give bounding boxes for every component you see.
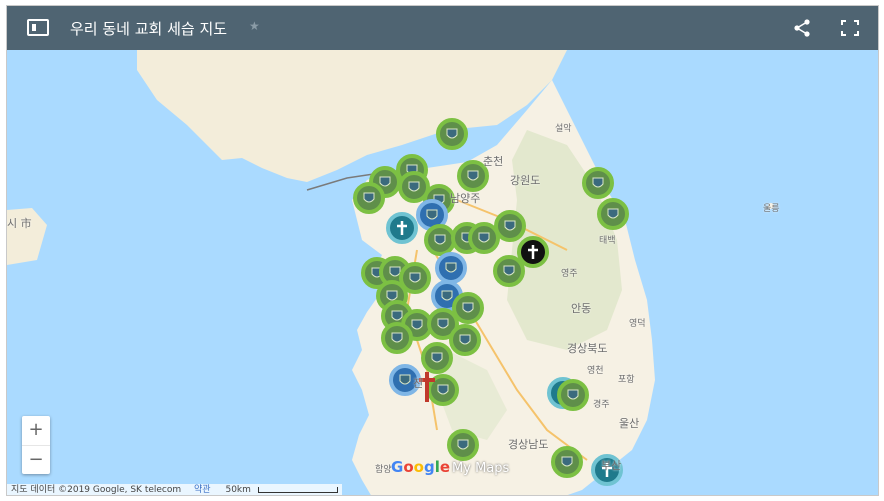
shield-icon bbox=[399, 374, 411, 385]
shield-icon bbox=[431, 352, 443, 363]
shield-icon bbox=[504, 220, 516, 231]
shield-icon bbox=[462, 302, 474, 313]
place-label: 춘천 bbox=[483, 155, 504, 168]
shield-icon bbox=[386, 290, 398, 301]
place-label: 영천 bbox=[587, 366, 604, 376]
place-label: 태백 bbox=[599, 236, 616, 246]
shield-icon bbox=[408, 181, 420, 192]
map-canvas[interactable] bbox=[7, 50, 879, 496]
place-label: 경상남도 bbox=[508, 438, 549, 451]
place-label: 남양주 bbox=[450, 192, 481, 205]
place-label: 영주 bbox=[561, 269, 578, 279]
shield-icon bbox=[426, 209, 438, 220]
shield-icon bbox=[441, 290, 453, 301]
side-panel-icon[interactable] bbox=[27, 19, 49, 36]
shield-icon bbox=[391, 310, 403, 321]
zoom-out-button[interactable]: − bbox=[22, 445, 50, 474]
shield-icon bbox=[457, 439, 469, 450]
shield-icon bbox=[478, 232, 490, 243]
place-label: 함양 bbox=[375, 465, 392, 475]
terms-link[interactable]: 약관 bbox=[194, 485, 211, 495]
star-icon[interactable]: ★ bbox=[249, 19, 260, 33]
place-label: 영덕 bbox=[629, 319, 646, 329]
shield-icon bbox=[434, 234, 446, 245]
shield-icon bbox=[467, 170, 479, 181]
shield-icon bbox=[561, 456, 573, 467]
shield-icon bbox=[379, 176, 391, 187]
place-label: 울릉 bbox=[763, 204, 780, 214]
place-label: 경주 bbox=[593, 400, 610, 410]
map-attribution: 지도 데이터 ©2019 Google, SK telecom 약관 50km bbox=[7, 484, 342, 495]
scale-label: 50km bbox=[225, 485, 251, 495]
shield-icon bbox=[503, 265, 515, 276]
shield-icon bbox=[409, 272, 421, 283]
attribution-text: 지도 데이터 ©2019 Google, SK telecom bbox=[11, 485, 182, 495]
place-label: 여수 bbox=[481, 494, 498, 495]
map-window: 우리 동네 교회 세습 지도 ★ 춘천 강원도 남양주 설악 울릉 태백 영주 … bbox=[6, 5, 879, 496]
map-header: 우리 동네 교회 세습 지도 ★ bbox=[7, 6, 878, 50]
shield-icon bbox=[411, 319, 423, 330]
place-label: 시 市 bbox=[7, 217, 32, 230]
scale-bar bbox=[257, 486, 338, 493]
place-label: 포항 bbox=[618, 375, 635, 385]
shield-icon bbox=[445, 262, 457, 273]
google-my-maps-logo: Google My Maps bbox=[391, 458, 510, 476]
shield-icon bbox=[363, 192, 375, 203]
zoom-control: + − bbox=[22, 416, 50, 474]
place-label: 경상북도 bbox=[567, 342, 608, 355]
shield-icon bbox=[389, 266, 401, 277]
shield-icon bbox=[446, 128, 458, 139]
place-label: 부산 bbox=[601, 459, 622, 472]
shield-icon bbox=[459, 334, 471, 345]
shield-icon bbox=[567, 389, 579, 400]
shield-icon bbox=[607, 208, 619, 219]
shield-icon bbox=[437, 318, 449, 329]
place-label: 울산 bbox=[619, 417, 640, 430]
fullscreen-icon[interactable] bbox=[841, 20, 859, 36]
map-title: 우리 동네 교회 세습 지도 bbox=[70, 20, 228, 38]
shield-icon bbox=[391, 332, 403, 343]
zoom-in-button[interactable]: + bbox=[22, 416, 50, 445]
place-label: 진 bbox=[413, 377, 424, 390]
shield-icon bbox=[592, 177, 604, 188]
shield-icon bbox=[437, 384, 449, 395]
share-icon[interactable] bbox=[793, 19, 811, 37]
place-label: 강원도 bbox=[510, 174, 541, 187]
place-label: 안동 bbox=[571, 302, 592, 315]
place-label: 설악 bbox=[555, 124, 572, 134]
